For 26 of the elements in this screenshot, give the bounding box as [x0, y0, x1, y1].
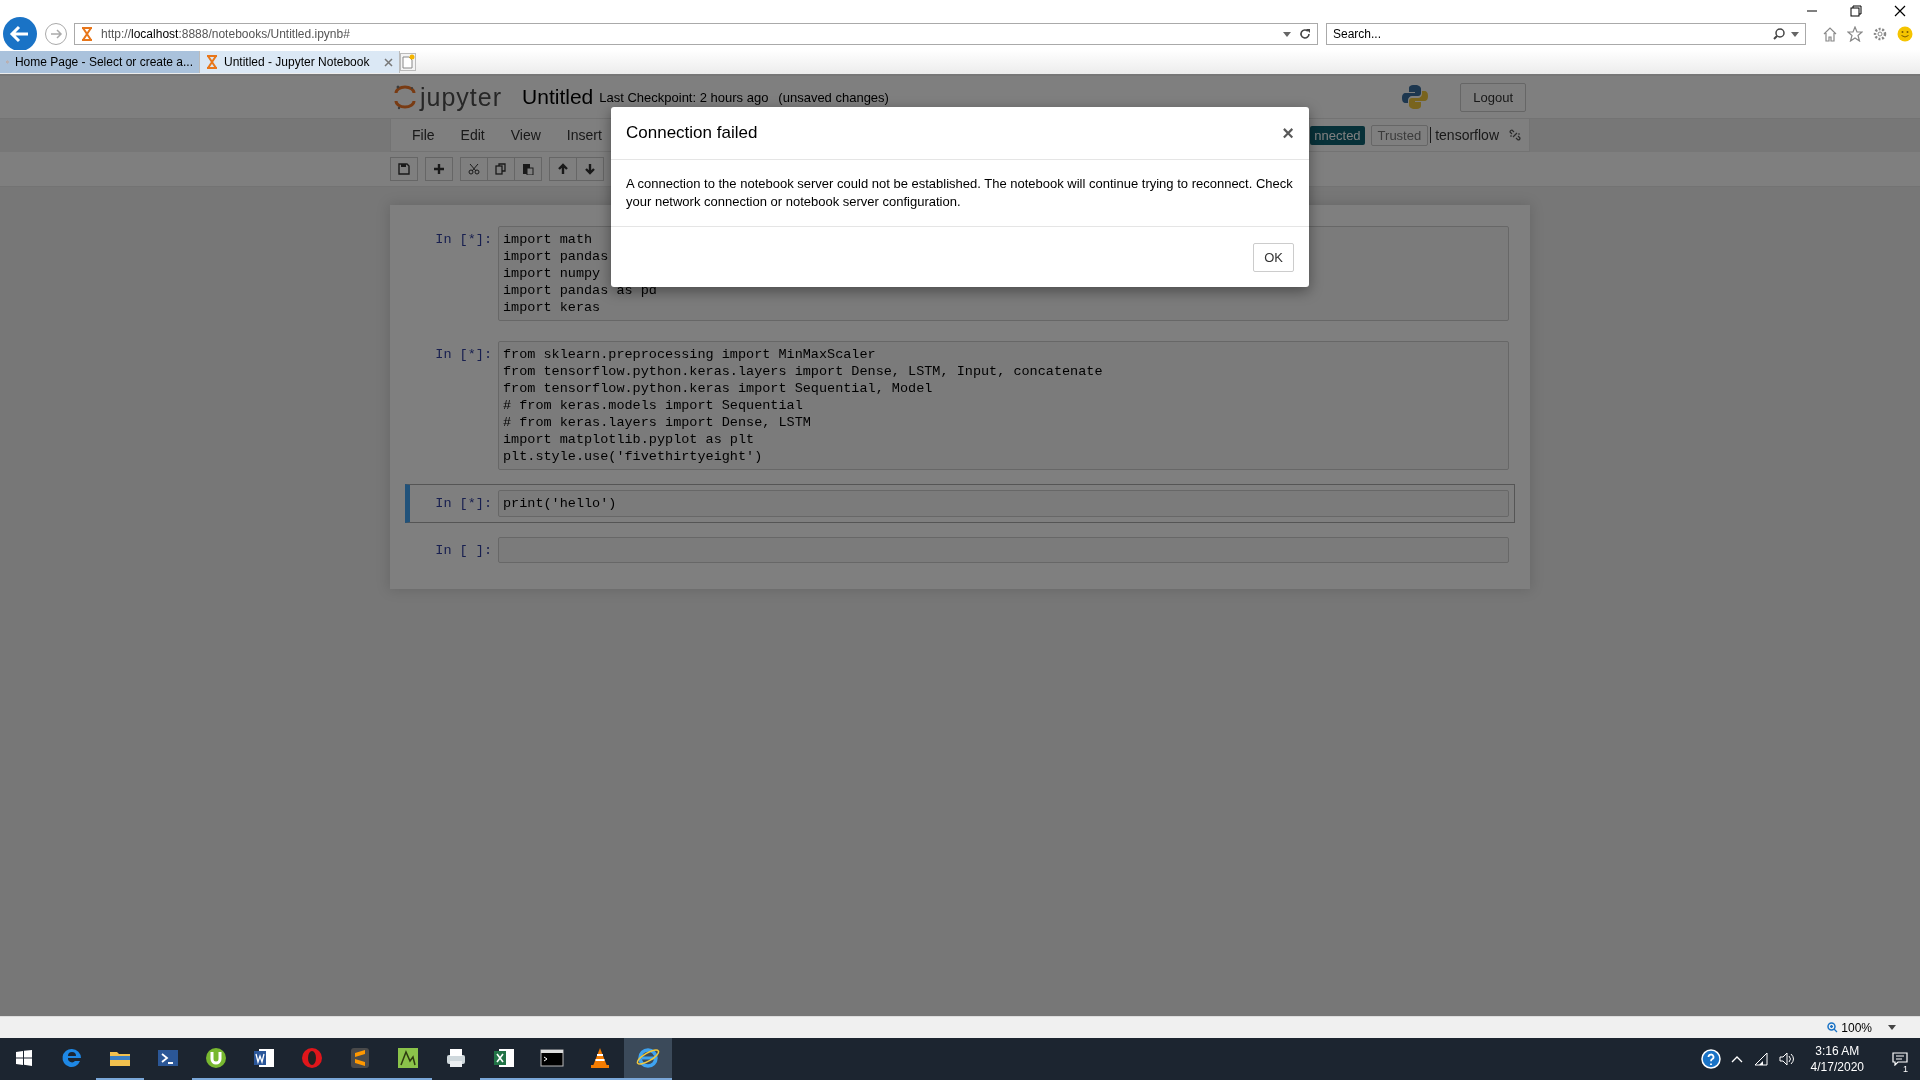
- tab-label: Home Page - Select or create a...: [14, 55, 193, 69]
- code-line: # from keras.models import Sequential: [503, 397, 803, 414]
- code-line: from tensorflow.python.keras import Sequential, Model: [503, 380, 933, 397]
- code-line: import keras: [503, 299, 601, 316]
- dialog-message: A connection to the notebook server could not be established. The notebook will continue trying to reconnect. Check your network connection or notebook server configuration.: [626, 175, 1294, 211]
- code-line: import pandas: [503, 248, 609, 265]
- logo-text: jupyter: [420, 82, 503, 112]
- kernel-name: tensorflow: [1430, 127, 1499, 143]
- code-line: import math: [503, 231, 593, 248]
- connection-status: nnected: [1310, 125, 1365, 145]
- code-line: # from keras.layers import Dense, LSTM: [503, 414, 811, 431]
- code-line: import matplotlib.pyplot as plt: [503, 431, 755, 448]
- url-text: http://localhost:8888/notebooks/Untitled.ipynb#: [101, 27, 350, 41]
- code-line: from sklearn.preprocessing import MinMaxScaler: [503, 346, 876, 363]
- code-line: from tensorflow.python.keras.layers import Dense, LSTM, Input, concatenate: [503, 363, 1103, 380]
- code-line: import numpy: [503, 265, 601, 282]
- unsaved-text: (unsaved changes): [778, 89, 889, 105]
- cell-prompt: In [*]:: [434, 495, 493, 511]
- code-line: plt.style.use('fivethirtyeight'): [503, 448, 763, 465]
- code-line: print('hello'): [503, 495, 617, 512]
- checkpoint-text: Last Checkpoint: 2 hours ago: [599, 89, 769, 105]
- cell-prompt: In [*]:: [434, 231, 493, 247]
- cell-prompt: In [ ]:: [434, 542, 493, 558]
- tab-label: Untitled - Jupyter Notebook: [224, 55, 371, 69]
- cell-prompt: In [*]:: [434, 346, 493, 362]
- dialog-title: Connection failed: [626, 123, 758, 143]
